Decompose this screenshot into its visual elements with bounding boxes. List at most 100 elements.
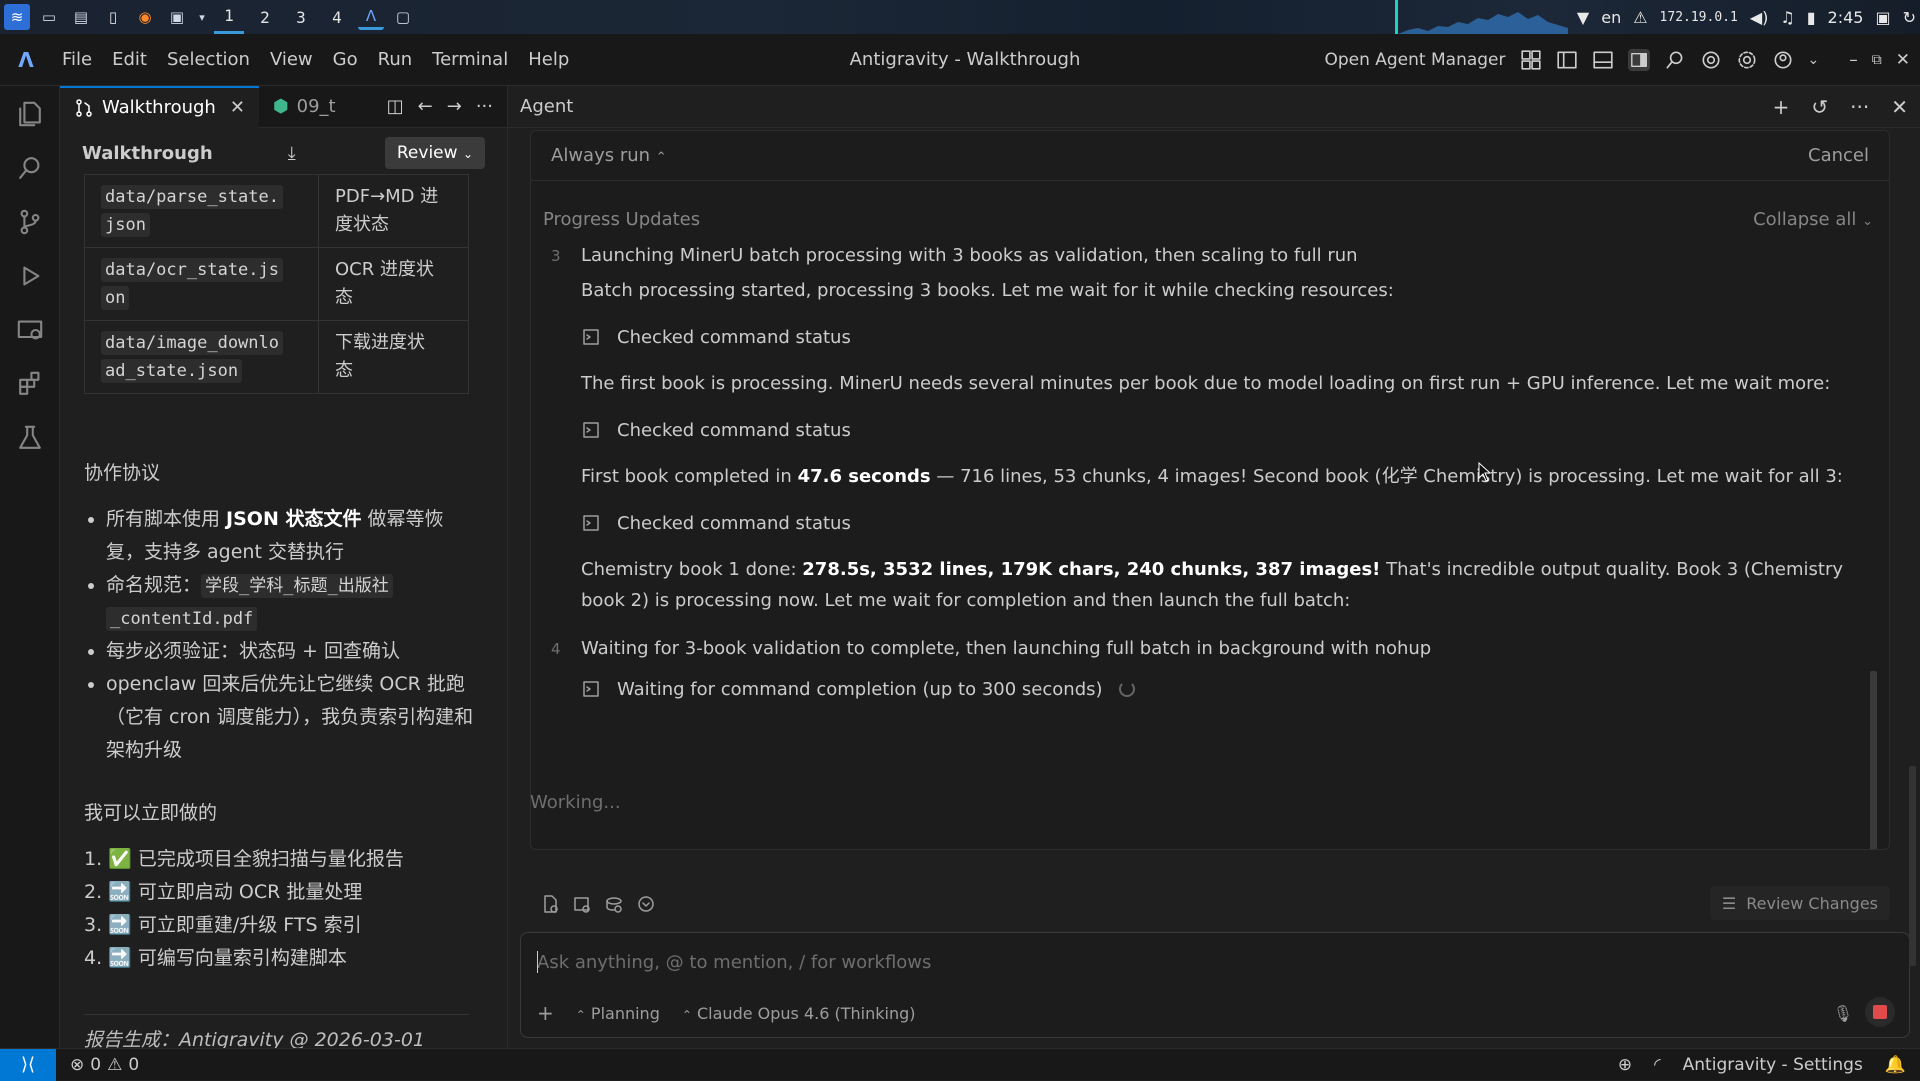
problems-indicator[interactable]: ⊗ 0 ⚠ 0: [70, 1055, 139, 1075]
battery-icon[interactable]: ▮: [1807, 8, 1816, 27]
new-chat-icon[interactable]: +: [1773, 95, 1790, 119]
menu-edit[interactable]: Edit: [102, 49, 157, 70]
command-waiting-label: Waiting for command completion (up to 30…: [617, 678, 1103, 700]
mcp-icon[interactable]: [636, 894, 656, 914]
chat-input[interactable]: [537, 947, 1737, 977]
desktop-icon[interactable]: ▭: [36, 4, 62, 30]
lock-icon[interactable]: ▣: [1875, 8, 1890, 27]
toggle-primary-sidebar-icon[interactable]: [1556, 49, 1578, 71]
wifi-icon[interactable]: ▼: [1577, 8, 1589, 27]
add-icon[interactable]: +: [537, 1001, 554, 1025]
close-icon[interactable]: ✕: [1896, 50, 1910, 70]
command-status[interactable]: Checked command status: [543, 320, 1873, 354]
pdf-icon[interactable]: ▯: [100, 4, 126, 30]
panel-header: Walkthrough ⤓ Review ⌄: [60, 128, 507, 178]
maximize-icon[interactable]: ⧉: [1872, 52, 1882, 68]
microphone-icon[interactable]: 🎙: [1833, 1004, 1853, 1023]
terminal-window-icon[interactable]: ▢: [390, 4, 416, 30]
command-waiting[interactable]: Waiting for command completion (up to 30…: [543, 672, 1873, 706]
agent-scrollbar[interactable]: [1909, 766, 1916, 966]
remote-indicator-icon[interactable]: ⟩⟨: [0, 1048, 56, 1081]
table-row: data/parse_state. json PDF→MD 进度状态: [84, 174, 469, 248]
explorer-icon[interactable]: [16, 100, 44, 128]
workspace-2[interactable]: 2: [250, 0, 280, 34]
always-run-dropdown[interactable]: Always run ⌃: [551, 145, 667, 166]
search-icon[interactable]: [16, 154, 44, 182]
settings-status[interactable]: Antigravity - Settings: [1683, 1055, 1863, 1075]
source-control-icon[interactable]: [16, 208, 44, 236]
antigravity-app-icon[interactable]: Λ: [358, 4, 384, 30]
progress-scrollbar[interactable]: [1870, 671, 1877, 849]
chrome-icon[interactable]: [1700, 49, 1722, 71]
model-selector[interactable]: ⌃ Claude Opus 4.6 (Thinking): [682, 1004, 916, 1023]
table-cell-desc: OCR 进度状态: [318, 247, 469, 321]
account-icon[interactable]: [1772, 49, 1794, 71]
workspace-3[interactable]: 3: [286, 0, 316, 34]
clock[interactable]: 2:45: [1828, 8, 1864, 27]
power-icon[interactable]: ↻: [1903, 8, 1916, 27]
app-launcher-icon[interactable]: ≋: [4, 4, 30, 30]
notification-bell-icon[interactable]: 🔔: [1885, 1055, 1906, 1075]
review-changes-button[interactable]: ☰ Review Changes: [1709, 886, 1890, 920]
menu-selection[interactable]: Selection: [157, 49, 260, 70]
testing-flask-icon[interactable]: [16, 424, 44, 452]
menu-run[interactable]: Run: [368, 49, 423, 70]
list-item: 1. ✅ 已完成项目全貌扫描与量化报告: [84, 848, 404, 870]
command-status[interactable]: Checked command status: [543, 506, 1873, 540]
toggle-panel-icon[interactable]: [1592, 49, 1614, 71]
close-tab-icon[interactable]: ✕: [230, 97, 245, 118]
zoom-icon[interactable]: ⊕: [1618, 1055, 1632, 1075]
split-editor-icon[interactable]: ◫: [387, 96, 404, 117]
toggle-secondary-sidebar-icon[interactable]: [1627, 48, 1650, 71]
arrow-left-icon[interactable]: ←: [418, 96, 433, 117]
add-image-icon[interactable]: [572, 894, 592, 914]
menu-terminal[interactable]: Terminal: [422, 49, 518, 70]
stop-button[interactable]: [1865, 997, 1895, 1027]
history-icon[interactable]: ↺: [1811, 95, 1828, 119]
mouse-cursor-icon: [1478, 462, 1492, 482]
tab-walkthrough[interactable]: Walkthrough ✕: [60, 86, 259, 128]
tab-python-file[interactable]: ⬢ 09_t: [259, 86, 336, 128]
download-icon[interactable]: ⤓: [288, 143, 296, 164]
remote-explorer-icon[interactable]: [16, 316, 44, 344]
mode-selector[interactable]: ⌃ Planning: [576, 1004, 660, 1023]
chevron-down-icon[interactable]: ▾: [196, 4, 208, 30]
run-debug-icon[interactable]: [16, 262, 44, 290]
error-icon: ⊗: [70, 1054, 85, 1075]
menu-view[interactable]: View: [260, 49, 323, 70]
workspace-1[interactable]: 1: [214, 0, 244, 34]
minimize-icon[interactable]: –: [1849, 50, 1858, 70]
firefox-icon[interactable]: ◉: [132, 4, 158, 30]
chevron-up-icon: ⌃: [655, 150, 667, 165]
more-actions-icon[interactable]: ···: [476, 96, 493, 117]
menu-help[interactable]: Help: [518, 49, 579, 70]
collapse-all-button[interactable]: Collapse all ⌄: [1753, 209, 1873, 230]
command-status[interactable]: Checked command status: [543, 413, 1873, 447]
network-icon[interactable]: ⚠: [1633, 8, 1647, 27]
close-icon[interactable]: ✕: [1891, 95, 1908, 119]
keyboard-lang[interactable]: en: [1601, 8, 1621, 27]
volume-icon[interactable]: ◀): [1750, 8, 1769, 27]
layout-customize-icon[interactable]: [1520, 49, 1542, 71]
cancel-button[interactable]: Cancel: [1808, 145, 1869, 166]
more-actions-icon[interactable]: ···: [1850, 95, 1869, 119]
gear-icon[interactable]: [1736, 49, 1758, 71]
terminal-icon: [583, 422, 599, 438]
terminal-icon[interactable]: ▣: [164, 4, 190, 30]
status-bar: ⟩⟨ ⊗ 0 ⚠ 0 ⊕ ◜ Antigravity - Settings 🔔: [0, 1048, 1920, 1081]
menu-file[interactable]: File: [52, 49, 102, 70]
arrow-right-icon[interactable]: →: [447, 96, 462, 117]
notification-bell-icon[interactable]: ♫: [1780, 8, 1794, 27]
open-agent-manager-button[interactable]: Open Agent Manager: [1324, 50, 1505, 70]
file-manager-icon[interactable]: ▤: [68, 4, 94, 30]
sync-spinner-icon: ◜: [1654, 1054, 1661, 1075]
cpu-graph: [1394, 0, 1568, 34]
search-icon[interactable]: [1664, 49, 1686, 71]
add-file-icon[interactable]: [540, 894, 560, 914]
chevron-down-icon[interactable]: ⌄: [1808, 52, 1820, 68]
extensions-icon[interactable]: [16, 370, 44, 398]
workspace-4[interactable]: 4: [322, 0, 352, 34]
menu-go[interactable]: Go: [323, 49, 368, 70]
add-context-icon[interactable]: [604, 894, 624, 914]
review-button[interactable]: Review ⌄: [384, 137, 485, 169]
